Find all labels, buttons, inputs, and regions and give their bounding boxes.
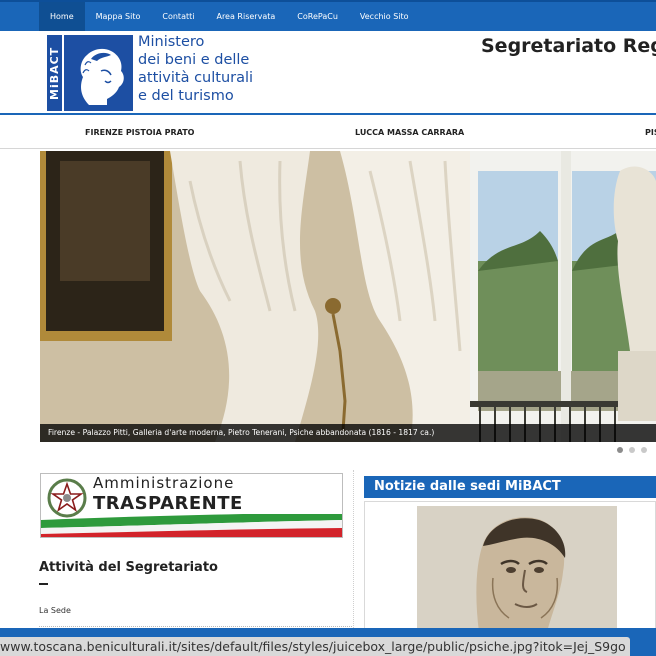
classical-head-icon: [80, 48, 124, 105]
portrait-drawing: [417, 506, 617, 632]
news-title: Notizie dalle sedi MiBACT: [374, 479, 561, 494]
slide-caption: Firenze - Palazzo Pitti, Galleria d'arte…: [40, 424, 656, 442]
nav-area-riservata[interactable]: Area Riservata: [205, 2, 286, 31]
logo-text: MiBACT: [48, 46, 61, 100]
trasparente-big-text: TRASPARENTE: [93, 493, 243, 514]
amministrazione-trasparente-banner[interactable]: Amministrazione TRASPARENTE: [40, 473, 343, 538]
slide-dot-3[interactable]: [641, 447, 647, 453]
region-lucca-massa-carrara[interactable]: LUCCA MASSA CARRARA: [355, 117, 464, 149]
link-status-url: www.toscana.beniculturali.it/sites/defau…: [0, 637, 630, 656]
italian-republic-emblem-icon: [47, 478, 87, 518]
ministry-line: e del turismo: [138, 88, 234, 104]
top-navigation-bar: Home Mappa Sito Contatti Area Riservata …: [0, 0, 656, 31]
news-panel: [364, 501, 656, 632]
news-header: Notizie dalle sedi MiBACT: [364, 476, 656, 498]
nav-corepacu[interactable]: CoRePaCu: [286, 2, 349, 31]
bottom-bar: www.toscana.beniculturali.it/sites/defau…: [0, 628, 656, 656]
region-firenze-pistoia-prato[interactable]: FIRENZE PISTOIA PRATO: [85, 117, 194, 149]
top-nav-menu: Home Mappa Sito Contatti Area Riservata …: [39, 2, 420, 31]
tricolor-flag-stripe: [41, 514, 342, 537]
section-title-attivita: Attività del Segretariato: [39, 560, 218, 575]
site-title: Segretariato Regio: [481, 35, 656, 57]
nav-contatti[interactable]: Contatti: [151, 2, 205, 31]
ministry-line: dei beni e delle: [138, 52, 250, 68]
region-pisa[interactable]: PIS: [645, 117, 656, 149]
ministry-name[interactable]: Ministero dei beni e delle attività cult…: [138, 33, 253, 105]
slide-dot-2[interactable]: [629, 447, 635, 453]
slideshow-image[interactable]: Firenze - Palazzo Pitti, Galleria d'arte…: [40, 151, 656, 442]
nav-home[interactable]: Home: [39, 2, 85, 31]
dotted-divider: [39, 626, 352, 627]
news-portrait-image[interactable]: [417, 506, 617, 632]
column-separator: [353, 470, 354, 630]
slideshow-pager: [617, 447, 647, 453]
trasparente-top-text: Amministrazione: [93, 474, 235, 492]
site-header: MiBACT Ministero dei beni e delle attivi…: [0, 31, 656, 115]
section-underline: [39, 583, 48, 585]
mibact-logo[interactable]: MiBACT: [47, 35, 133, 111]
slide-dot-1[interactable]: [617, 447, 623, 453]
ministry-line: attività culturali: [138, 70, 254, 86]
nav-vecchio-sito[interactable]: Vecchio Sito: [349, 2, 420, 31]
region-navigation: FIRENZE PISTOIA PRATO LUCCA MASSA CARRAR…: [0, 117, 656, 149]
nav-mappa-sito[interactable]: Mappa Sito: [85, 2, 152, 31]
ministry-line: Ministero: [138, 34, 205, 50]
logo-divider: [62, 35, 64, 111]
palazzo-pitti-photo: [40, 151, 656, 442]
link-la-sede[interactable]: La Sede: [39, 606, 71, 615]
